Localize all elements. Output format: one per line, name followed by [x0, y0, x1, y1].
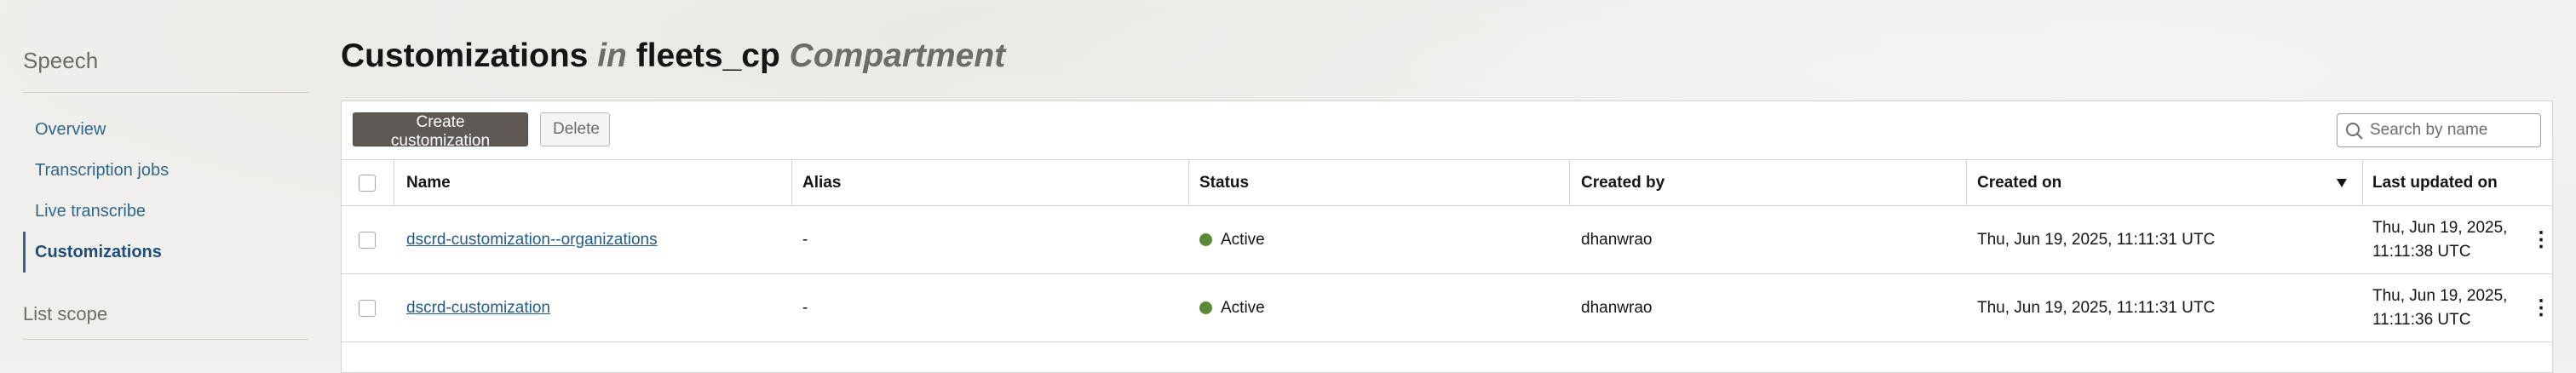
search-icon [2346, 123, 2363, 140]
list-scope-label: List scope [23, 303, 108, 324]
sort-descending-icon[interactable] [2337, 179, 2347, 187]
table-row: dscrd-customization--organizations - Act… [342, 205, 2552, 273]
page-title-main: Customizations [341, 37, 589, 74]
status-cell: Active [1199, 274, 1574, 341]
delete-button[interactable]: Delete [540, 112, 610, 146]
last-updated-date: Thu, Jun 19, 2025, [2372, 218, 2508, 237]
kebab-menu-icon[interactable]: ⋮ [2531, 229, 2551, 250]
name-cell: dscrd-customization--organizations [406, 206, 781, 273]
column-divider [1188, 160, 1189, 206]
customization-name-link[interactable]: dscrd-customization [406, 299, 550, 318]
sidebar-item-transcription-jobs[interactable]: Transcription jobs [23, 150, 308, 191]
sidebar-nav: Overview Transcription jobs Live transcr… [23, 109, 308, 273]
customization-name-link[interactable]: dscrd-customization--organizations [406, 231, 658, 250]
column-header-last-updated-on[interactable]: Last updated on [2372, 160, 2521, 205]
last-updated-time: 11:11:38 UTC [2372, 242, 2471, 261]
status-text: Active [1221, 230, 1265, 249]
sidebar-item-overview[interactable]: Overview [23, 109, 308, 150]
last-updated-date: Thu, Jun 19, 2025, [2372, 286, 2508, 305]
last-updated-cell: Thu, Jun 19, 2025, 11:11:36 UTC [2372, 274, 2521, 341]
kebab-menu-icon[interactable]: ⋮ [2531, 297, 2551, 318]
created-by-cell: dhanwrao [1581, 230, 1653, 249]
column-divider [791, 160, 792, 206]
row-checkbox[interactable] [359, 231, 376, 249]
column-divider [2362, 160, 2363, 206]
sidebar-divider [23, 339, 308, 340]
status-text: Active [1221, 298, 1265, 317]
column-header-created-on[interactable]: Created on [1977, 160, 2343, 205]
last-updated-time: 11:11:36 UTC [2372, 310, 2471, 329]
compartment-suffix: Compartment [789, 37, 1006, 74]
table-row: dscrd-customization - Active dhanwrao Th… [342, 273, 2552, 341]
alias-cell: - [802, 298, 808, 317]
row-actions-cell: ⋮ [2531, 274, 2551, 341]
select-all-cell [359, 160, 393, 205]
sidebar: Speech Overview Transcription jobs Live … [0, 0, 332, 358]
column-divider [1966, 160, 1967, 206]
table-header: Name Alias Status Created by Created on … [342, 159, 2552, 206]
alias-cell: - [802, 230, 808, 249]
status-active-dot-icon [1199, 233, 1212, 246]
table-row-border [342, 341, 2552, 342]
page-title-in: in [597, 37, 627, 74]
row-actions-cell: ⋮ [2531, 206, 2551, 273]
row-checkbox[interactable] [359, 299, 376, 317]
search-box[interactable] [2337, 113, 2541, 147]
sidebar-item-customizations[interactable]: Customizations [23, 232, 308, 273]
column-header-name[interactable]: Name [406, 160, 781, 205]
column-divider [1569, 160, 1570, 206]
page-title: Customizations in fleets_cp Compartment [341, 37, 1005, 75]
row-select-cell [359, 206, 393, 273]
created-on-cell: Thu, Jun 19, 2025, 11:11:31 UTC [1977, 298, 2216, 317]
create-customization-button[interactable]: Create customization [353, 112, 528, 150]
created-on-cell: Thu, Jun 19, 2025, 11:11:31 UTC [1977, 230, 2216, 249]
sidebar-divider [23, 92, 308, 93]
status-cell: Active [1199, 206, 1574, 273]
row-select-cell [359, 274, 393, 341]
search-input[interactable] [2370, 115, 2537, 146]
compartment-name: fleets_cp [635, 37, 780, 74]
name-cell: dscrd-customization [406, 274, 781, 341]
customizations-table: Name Alias Status Created by Created on … [342, 159, 2552, 342]
created-by-cell: dhanwrao [1581, 298, 1653, 317]
select-all-checkbox[interactable] [359, 174, 376, 192]
sidebar-title: Speech [23, 48, 99, 73]
column-header-status[interactable]: Status [1199, 160, 1574, 205]
last-updated-cell: Thu, Jun 19, 2025, 11:11:38 UTC [2372, 206, 2521, 273]
column-header-alias[interactable]: Alias [802, 160, 1177, 205]
status-active-dot-icon [1199, 301, 1212, 314]
customizations-panel: Create customization Delete Name Alias S… [341, 100, 2553, 373]
toolbar: Create customization Delete [342, 101, 2552, 159]
column-header-created-by[interactable]: Created by [1581, 160, 1956, 205]
sidebar-item-live-transcribe[interactable]: Live transcribe [23, 191, 308, 232]
